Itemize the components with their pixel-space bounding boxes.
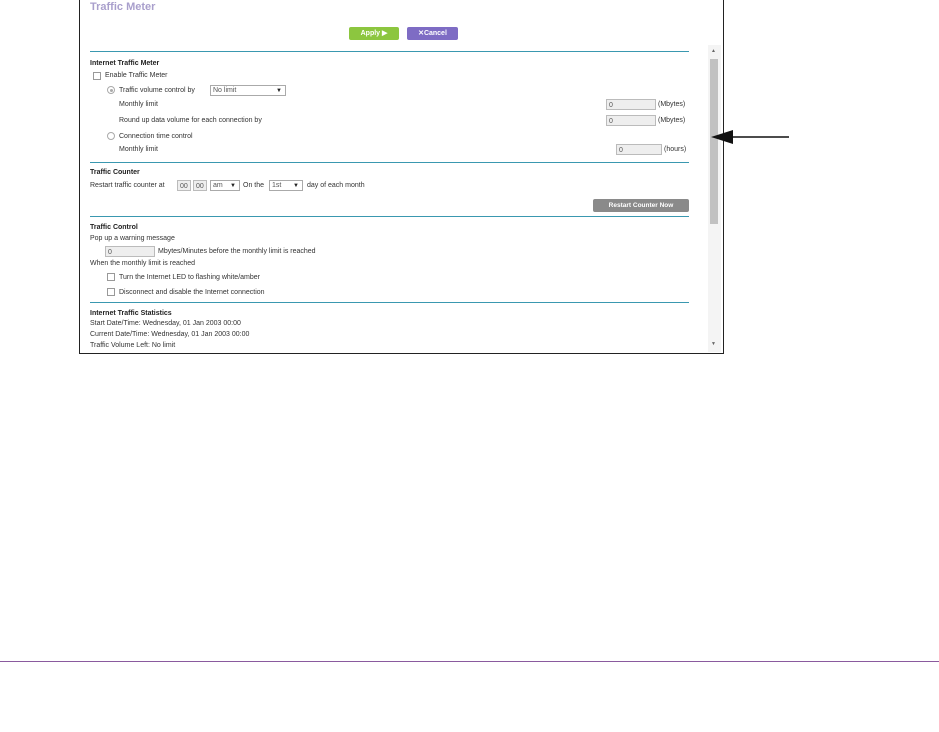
disconnect-label: Disconnect and disable the Internet conn… [119, 289, 265, 296]
led-flash-checkbox[interactable] [107, 273, 115, 281]
roundup-label: Round up data volume for each connection… [119, 117, 262, 124]
monthly-limit-unit: (Mbytes) [658, 101, 686, 108]
cancel-button[interactable]: ✕Cancel [407, 27, 458, 40]
section-divider [90, 216, 689, 217]
time-limit-input[interactable]: 0 [616, 144, 662, 155]
section-divider [90, 302, 689, 303]
page-title: Traffic Meter [90, 1, 156, 13]
arrow-pointer-icon [711, 130, 789, 144]
dropdown-arrow-icon: ▼ [293, 183, 299, 189]
section-heading-traffic-control: Traffic Control [90, 224, 138, 231]
dropdown-arrow-icon: ▼ [276, 88, 282, 94]
day-value: 1st [272, 182, 282, 189]
day-suffix-label: day of each month [307, 182, 365, 189]
enable-traffic-meter-checkbox[interactable] [93, 72, 101, 80]
led-flash-label: Turn the Internet LED to flashing white/… [119, 274, 260, 281]
popup-warning-input[interactable]: 0 [105, 246, 155, 257]
traffic-meter-panel: Traffic Meter Apply ▶ ✕Cancel Internet T… [79, 0, 724, 354]
stat-start-time: Start Date/Time: Wednesday, 01 Jan 2003 … [90, 320, 241, 327]
roundup-unit: (Mbytes) [658, 117, 686, 124]
connection-time-radio[interactable] [107, 132, 115, 140]
popup-warning-suffix: Mbytes/Minutes before the monthly limit … [158, 248, 316, 255]
volume-control-label: Traffic volume control by [119, 87, 195, 94]
disconnect-checkbox[interactable] [107, 288, 115, 296]
time-limit-label: Monthly limit [119, 146, 158, 153]
on-the-label: On the [243, 182, 265, 189]
enable-traffic-meter-label: Enable Traffic Meter [105, 72, 168, 79]
section-divider [90, 51, 689, 52]
dropdown-arrow-icon: ▼ [230, 183, 236, 189]
when-limit-label: When the monthly limit is reached [90, 260, 196, 267]
connection-time-label: Connection time control [119, 133, 193, 140]
stat-current-time: Current Date/Time: Wednesday, 01 Jan 200… [90, 331, 250, 338]
scroll-up-icon[interactable]: ▲ [711, 48, 716, 54]
scroll-down-icon[interactable]: ▼ [711, 341, 716, 347]
restart-hour-input[interactable]: 00 [177, 180, 191, 191]
ampm-select[interactable]: am ▼ [210, 180, 240, 191]
section-heading-traffic-counter: Traffic Counter [90, 169, 140, 176]
restart-counter-button[interactable]: Restart Counter Now [593, 199, 689, 212]
footer-divider [0, 661, 939, 662]
restart-minute-input[interactable]: 00 [193, 180, 207, 191]
monthly-limit-label: Monthly limit [119, 101, 158, 108]
restart-counter-label: Restart traffic counter at [90, 182, 165, 189]
volume-control-select[interactable]: No limit ▼ [210, 85, 286, 96]
volume-control-value: No limit [213, 87, 237, 94]
ampm-value: am [213, 182, 223, 189]
stat-volume-left: Traffic Volume Left: No limit [90, 342, 176, 349]
time-limit-unit: (hours) [664, 146, 687, 153]
day-select[interactable]: 1st ▼ [269, 180, 303, 191]
apply-button[interactable]: Apply ▶ [349, 27, 399, 40]
section-heading-traffic-meter: Internet Traffic Meter [90, 60, 160, 67]
volume-control-radio[interactable] [107, 86, 115, 94]
roundup-input[interactable]: 0 [606, 115, 656, 126]
popup-warning-label: Pop up a warning message [90, 235, 175, 242]
section-divider [90, 162, 689, 163]
section-heading-statistics: Internet Traffic Statistics [90, 310, 172, 317]
monthly-limit-input[interactable]: 0 [606, 99, 656, 110]
